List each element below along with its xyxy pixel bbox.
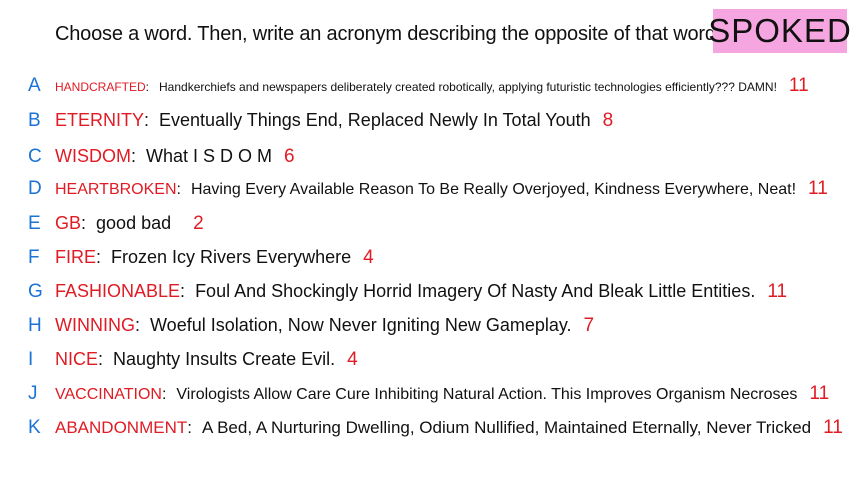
row-letter: D: [28, 178, 42, 199]
row-word: WISDOM: [55, 146, 131, 166]
row-letter: B: [28, 110, 41, 131]
list-item: I NICE: Naughty Insults Create Evil. 4: [0, 343, 853, 377]
row-word: ETERNITY: [55, 110, 145, 130]
row-letter: J: [28, 383, 38, 404]
row-phrase: Having Every Available Reason To Be Real…: [190, 181, 797, 198]
list-item: H WINNING: Woeful Isolation, Now Never I…: [0, 309, 853, 343]
row-letter: K: [28, 417, 41, 438]
row-phrase: Woeful Isolation, Now Never Igniting New…: [150, 315, 572, 335]
row-count: 6: [284, 146, 295, 167]
row-colon: :: [81, 213, 87, 233]
row-colon: :: [176, 181, 181, 198]
brand-label: SPOKED: [708, 12, 852, 49]
row-count: 7: [583, 315, 595, 336]
list-item: K ABANDONMENT: A Bed, A Nurturing Dwelli…: [0, 411, 853, 445]
row-letter: I: [28, 349, 34, 370]
row-colon: :: [161, 386, 167, 403]
row-colon: :: [135, 315, 141, 335]
row-word: HEARTBROKEN: [55, 181, 177, 198]
brand-badge: SPOKED: [708, 9, 851, 53]
row-word: HANDCRAFTED: [55, 80, 146, 94]
row-phrase: What I S D O M: [146, 146, 273, 166]
row-word: VACCINATION: [55, 386, 162, 403]
row-word: GB: [55, 213, 82, 233]
row-count: 2: [193, 213, 204, 234]
row-letter: E: [28, 213, 41, 234]
row-letter: F: [28, 247, 40, 268]
row-word: FIRE: [55, 247, 97, 267]
list-item: E GB: good bad 2: [0, 207, 853, 241]
row-word: WINNING: [55, 315, 135, 335]
row-phrase: Virologists Allow Care Cure Inhibiting N…: [176, 386, 798, 403]
row-colon: :: [131, 146, 137, 166]
row-letter: A: [28, 75, 41, 96]
row-word: ABANDONMENT: [55, 418, 188, 437]
list-item: G FASHIONABLE: Foul And Shockingly Horri…: [0, 275, 853, 309]
row-phrase: A Bed, A Nurturing Dwelling, Odium Nulli…: [201, 418, 812, 437]
prompt-text: Choose a word. Then, write an acronym de…: [55, 23, 722, 45]
list-item: F FIRE: Frozen Icy Rivers Everywhere 4: [0, 241, 853, 275]
row-colon: :: [145, 80, 150, 94]
row-count: 11: [767, 281, 788, 302]
row-colon: :: [187, 418, 192, 437]
list-item: B ETERNITY: Eventually Things End, Repla…: [0, 104, 853, 138]
row-count: 11: [809, 383, 830, 404]
row-count: 4: [347, 349, 358, 370]
row-count: 11: [823, 417, 843, 438]
row-phrase: Eventually Things End, Replaced Newly In…: [159, 110, 591, 130]
list-item: A HANDCRAFTED: Handkerchiefs and newspap…: [0, 69, 853, 103]
row-phrase: Naughty Insults Create Evil.: [113, 349, 336, 369]
row-count: 8: [602, 110, 614, 131]
row-count: 11: [808, 178, 828, 199]
row-colon: :: [96, 247, 102, 267]
list-item: D HEARTBROKEN: Having Every Available Re…: [0, 172, 853, 206]
row-count: 4: [363, 247, 374, 268]
list-item: C WISDOM: What I S D O M 6: [0, 140, 853, 174]
row-phrase: Handkerchiefs and newspapers deliberatel…: [159, 80, 777, 94]
row-colon: :: [144, 110, 150, 130]
row-colon: :: [180, 281, 186, 301]
row-word: NICE: [55, 349, 99, 369]
row-letter: H: [28, 315, 42, 336]
row-word: FASHIONABLE: [55, 281, 181, 301]
list-item: J VACCINATION: Virologists Allow Care Cu…: [0, 377, 853, 411]
row-count: 11: [788, 75, 809, 96]
row-phrase: good bad: [96, 213, 172, 233]
row-phrase: Frozen Icy Rivers Everywhere: [111, 247, 352, 267]
row-colon: :: [98, 349, 104, 369]
row-letter: G: [28, 281, 43, 302]
row-phrase: Foul And Shockingly Horrid Imagery Of Na…: [195, 281, 756, 301]
row-letter: C: [28, 146, 42, 167]
